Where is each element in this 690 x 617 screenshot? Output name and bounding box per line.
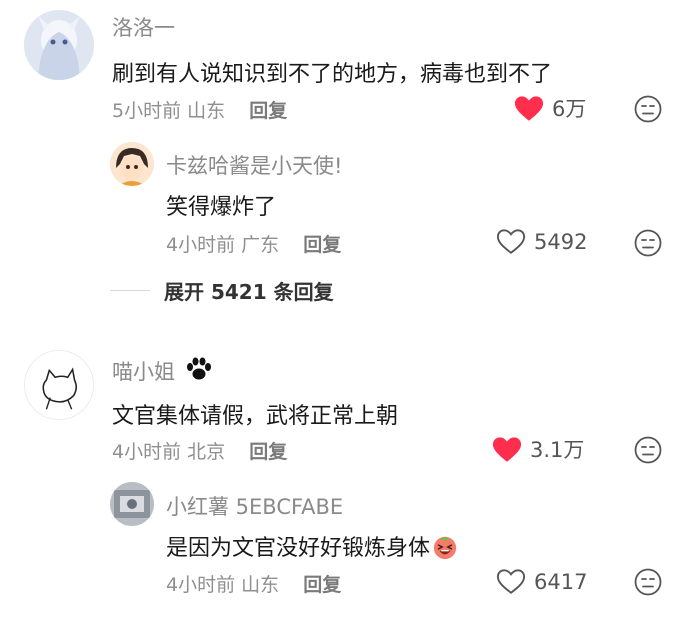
divider	[110, 290, 150, 291]
username[interactable]: 小红薯 5EBCFABE	[166, 491, 343, 521]
timestamp: 4小时前	[112, 441, 182, 463]
heart-icon	[496, 229, 526, 254]
comment-text: 笑得爆炸了	[166, 195, 277, 220]
comment-meta: 5小时前 山东 回复	[112, 96, 287, 123]
heart-icon	[492, 436, 522, 462]
like-button[interactable]: 6万	[514, 93, 586, 123]
location: 山东	[241, 574, 280, 596]
location: 北京	[187, 441, 226, 463]
like-button[interactable]: 3.1万	[492, 434, 584, 464]
comment-text: 文官集体请假，武将正常上朝	[112, 404, 399, 429]
timestamp: 5小时前	[112, 100, 182, 122]
like-count: 6417	[534, 569, 588, 594]
username[interactable]: 卡兹哈酱是小天使!	[166, 150, 342, 180]
like-count: 6万	[552, 97, 587, 121]
comment-meta: 4小时前 广东 回复	[166, 230, 341, 257]
meh-face-icon[interactable]	[634, 95, 662, 123]
username-text: 喵小姐	[112, 360, 175, 384]
reply-button[interactable]: 回复	[303, 574, 341, 596]
location: 广东	[241, 234, 280, 256]
comment-text: 刷到有人说知识到不了的地方，病毒也到不了	[112, 62, 553, 87]
reply-button[interactable]: 回复	[303, 234, 341, 256]
comment-text: 是因为文官没好好锻炼身体	[166, 530, 458, 562]
laughing-face-emoji-icon	[433, 536, 457, 560]
avatar[interactable]	[24, 10, 94, 80]
like-button[interactable]: 6417	[496, 568, 587, 595]
comment-meta: 4小时前 山东 回复	[166, 570, 341, 597]
meh-face-icon[interactable]	[634, 568, 662, 596]
avatar[interactable]	[24, 350, 94, 420]
username[interactable]: 洛洛一	[112, 12, 175, 42]
timestamp: 4小时前	[166, 234, 236, 256]
heart-icon	[514, 95, 544, 121]
avatar[interactable]	[110, 142, 154, 186]
reply-button[interactable]: 回复	[249, 441, 287, 463]
location: 山东	[187, 100, 226, 122]
username[interactable]: 喵小姐	[112, 356, 214, 386]
meh-face-icon[interactable]	[634, 229, 662, 257]
like-button[interactable]: 5492	[496, 228, 587, 255]
comment-text-content: 是因为文官没好好锻炼身体	[166, 536, 431, 561]
expand-replies-button[interactable]: 展开 5421 条回复	[110, 276, 334, 305]
reply-button[interactable]: 回复	[249, 100, 287, 122]
like-count: 3.1万	[530, 438, 585, 462]
avatar[interactable]	[110, 482, 154, 526]
timestamp: 4小时前	[166, 574, 236, 596]
comment-meta: 4小时前 北京 回复	[112, 437, 287, 464]
meh-face-icon[interactable]	[634, 436, 662, 464]
expand-replies-label: 展开 5421 条回复	[164, 280, 334, 304]
like-count: 5492	[534, 229, 588, 254]
heart-icon	[496, 569, 526, 594]
paw-icon	[186, 357, 211, 380]
